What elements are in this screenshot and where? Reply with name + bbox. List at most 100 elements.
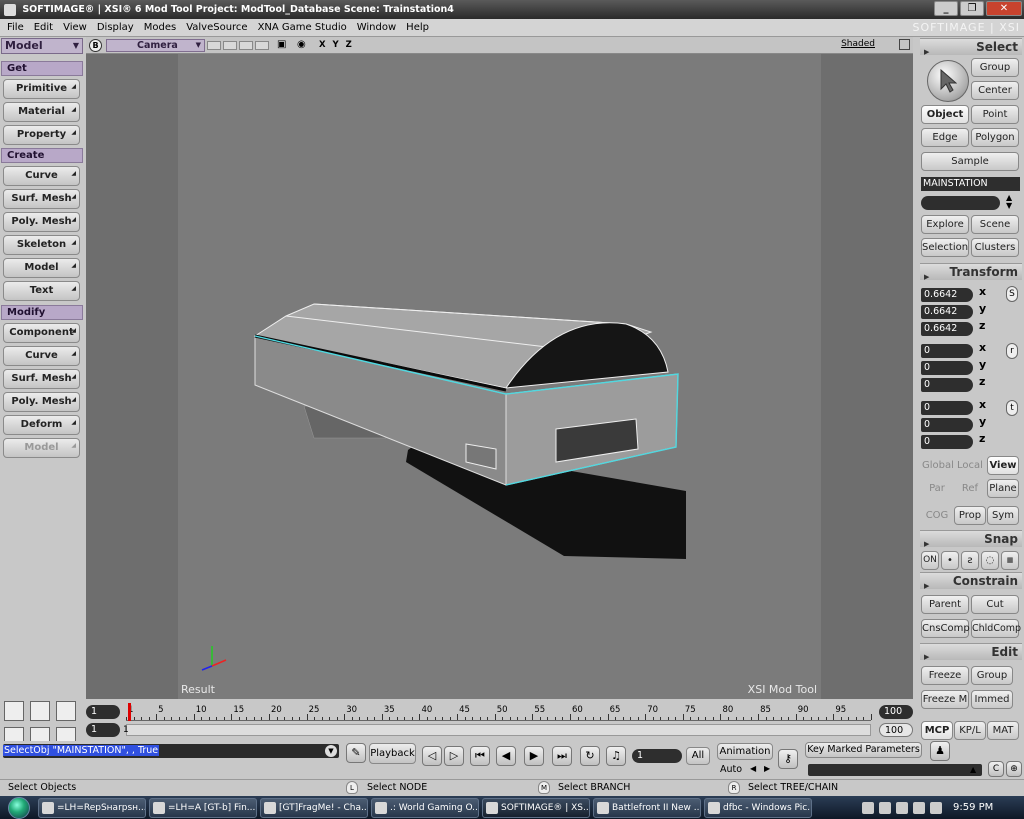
- playback-menu-button[interactable]: Playback: [369, 743, 416, 764]
- get-material-button[interactable]: Material ◢: [3, 102, 80, 122]
- snap-grid-icon[interactable]: ▦: [1001, 551, 1019, 570]
- rotate-y-field[interactable]: 0: [921, 361, 973, 375]
- constrain-header[interactable]: ▶ Constrain: [920, 572, 1022, 590]
- scale-y-label[interactable]: y: [979, 302, 986, 315]
- camera-selector[interactable]: Camera ▼: [106, 39, 205, 52]
- scale-z-label[interactable]: z: [979, 319, 985, 332]
- constraint-c-icon[interactable]: C: [988, 761, 1004, 777]
- snap-on-button[interactable]: ON: [921, 551, 939, 570]
- get-property-button[interactable]: Property ◢: [3, 125, 80, 145]
- create-curve-button[interactable]: Curve ◢: [3, 166, 80, 186]
- local-button[interactable]: Local: [954, 456, 986, 475]
- plane-button[interactable]: Plane: [987, 479, 1019, 498]
- tray-app-icon[interactable]: [930, 801, 942, 814]
- selected-object-name[interactable]: MAINSTATION: [921, 177, 1020, 191]
- taskbar-item[interactable]: =LH=RepSнarpsн...: [38, 797, 146, 818]
- select-tool-button[interactable]: [927, 60, 969, 102]
- freeze-button[interactable]: Freeze: [921, 666, 969, 685]
- all-button[interactable]: All: [686, 747, 710, 765]
- viewport-b-icon[interactable]: B: [89, 39, 102, 52]
- layout-split-icon[interactable]: [30, 701, 50, 721]
- network-icon[interactable]: [879, 801, 891, 814]
- immed-button[interactable]: Immed: [971, 690, 1013, 709]
- auto-key-label[interactable]: Auto: [720, 764, 742, 775]
- sym-button[interactable]: Sym: [987, 506, 1019, 525]
- next-key-arrow-icon[interactable]: ▶: [764, 764, 770, 773]
- center-select-button[interactable]: Center: [971, 81, 1019, 100]
- create-skeleton-button[interactable]: Skeleton ◢: [3, 235, 80, 255]
- scale-mode-button[interactable]: S: [1006, 286, 1018, 302]
- sample-select-button[interactable]: Sample: [921, 152, 1019, 171]
- snap-header[interactable]: ▶ Snap: [920, 530, 1022, 548]
- key-filter-field[interactable]: [808, 764, 982, 776]
- scale-x-field[interactable]: 0.6642: [921, 288, 973, 302]
- audio-icon[interactable]: ♫: [606, 746, 626, 766]
- key-marked-parameters-button[interactable]: Key Marked Parameters: [805, 742, 922, 758]
- tab-mcp[interactable]: MCP: [921, 721, 953, 740]
- taskbar-item[interactable]: =LH=A [GT-b] Fin...: [149, 797, 257, 818]
- scale-x-label[interactable]: x: [979, 285, 986, 298]
- freeze-m-button[interactable]: Freeze M: [921, 690, 969, 709]
- select-header[interactable]: ▶ Select: [920, 38, 1022, 56]
- timeline-start-field[interactable]: 1: [86, 705, 120, 719]
- group-select-button[interactable]: Group: [971, 58, 1019, 77]
- first-frame-icon[interactable]: ◁: [422, 746, 442, 766]
- start-button[interactable]: [0, 796, 38, 819]
- help-icon[interactable]: [862, 801, 874, 814]
- restore-button[interactable]: ❐: [960, 1, 984, 16]
- taskbar-item[interactable]: dfbc - Windows Pic...: [704, 797, 812, 818]
- modify-component-button[interactable]: Component ◢: [3, 323, 80, 343]
- taskbar-item-active[interactable]: SOFTIMAGE® | XS...: [482, 797, 590, 818]
- key-record-icon[interactable]: ♟: [930, 741, 950, 761]
- command-line-input[interactable]: SelectObj "MAINSTATION", , True ▼: [3, 744, 339, 758]
- tab-mat[interactable]: MAT: [987, 721, 1019, 740]
- rotate-x-field[interactable]: 0: [921, 344, 973, 358]
- security-icon[interactable]: [913, 801, 925, 814]
- step-back-icon[interactable]: ◀: [496, 746, 516, 766]
- chldcomp-button[interactable]: ChldComp: [971, 619, 1021, 638]
- cnscomp-button[interactable]: CnsComp: [921, 619, 970, 638]
- mode-selector[interactable]: Model ▼: [1, 38, 83, 54]
- taskbar-item[interactable]: Battlefront II New ...: [593, 797, 701, 818]
- object-select-button[interactable]: Object: [921, 105, 969, 124]
- layout-grid-icon[interactable]: [56, 701, 76, 721]
- translate-x-label[interactable]: x: [979, 398, 986, 411]
- snap-surface-icon[interactable]: ◌: [981, 551, 999, 570]
- snap-curve-icon[interactable]: ƨ: [961, 551, 979, 570]
- clock[interactable]: 9:59 PM: [953, 802, 993, 813]
- translate-y-field[interactable]: 0: [921, 418, 973, 432]
- transform-header[interactable]: ▶ Transform: [920, 263, 1022, 281]
- point-select-button[interactable]: Point: [971, 105, 1019, 124]
- skip-start-icon[interactable]: ⏮: [470, 746, 490, 766]
- rotate-x-label[interactable]: x: [979, 341, 986, 354]
- cut-button[interactable]: Cut: [971, 595, 1019, 614]
- menu-display[interactable]: Display: [92, 22, 139, 33]
- global-button[interactable]: Global: [921, 456, 954, 475]
- prop-button[interactable]: Prop: [954, 506, 986, 525]
- minimize-button[interactable]: _: [934, 1, 958, 16]
- current-frame-field[interactable]: 1: [632, 749, 682, 763]
- menu-file[interactable]: File: [2, 22, 29, 33]
- translate-x-field[interactable]: 0: [921, 401, 973, 415]
- display-mode-selector[interactable]: Shaded: [841, 39, 875, 49]
- timeline-playhead[interactable]: [128, 703, 131, 721]
- prev-key-icon[interactable]: ▷: [444, 746, 464, 766]
- selection-filter-field[interactable]: [921, 196, 1000, 210]
- par-button[interactable]: Par: [921, 479, 953, 498]
- taskbar-item[interactable]: [GT]FragMe! - Cha...: [260, 797, 368, 818]
- bookmark-slot[interactable]: [207, 41, 221, 50]
- animation-menu-button[interactable]: Animation: [717, 743, 773, 760]
- timeline-range-end-field[interactable]: 100: [879, 723, 913, 737]
- 3d-viewport[interactable]: Result XSI Mod Tool: [86, 54, 913, 699]
- chevron-down-icon[interactable]: ▼: [325, 745, 337, 757]
- menu-valvesource[interactable]: ValveSource: [181, 22, 252, 33]
- scene-button[interactable]: Scene: [971, 215, 1019, 234]
- layout-quad-icon[interactable]: [4, 701, 24, 721]
- scale-z-field[interactable]: 0.6642: [921, 322, 973, 336]
- modify-surf-mesh-button[interactable]: Surf. Mesh ◢: [3, 369, 80, 389]
- modify-model-button[interactable]: Model ◢: [3, 438, 80, 458]
- arrow-updown-icon[interactable]: ▲ ▼: [1006, 194, 1012, 210]
- edit-group-button[interactable]: Group: [971, 666, 1013, 685]
- lock-icon[interactable]: ⊕: [1006, 761, 1022, 777]
- play-icon[interactable]: ▶: [524, 746, 544, 766]
